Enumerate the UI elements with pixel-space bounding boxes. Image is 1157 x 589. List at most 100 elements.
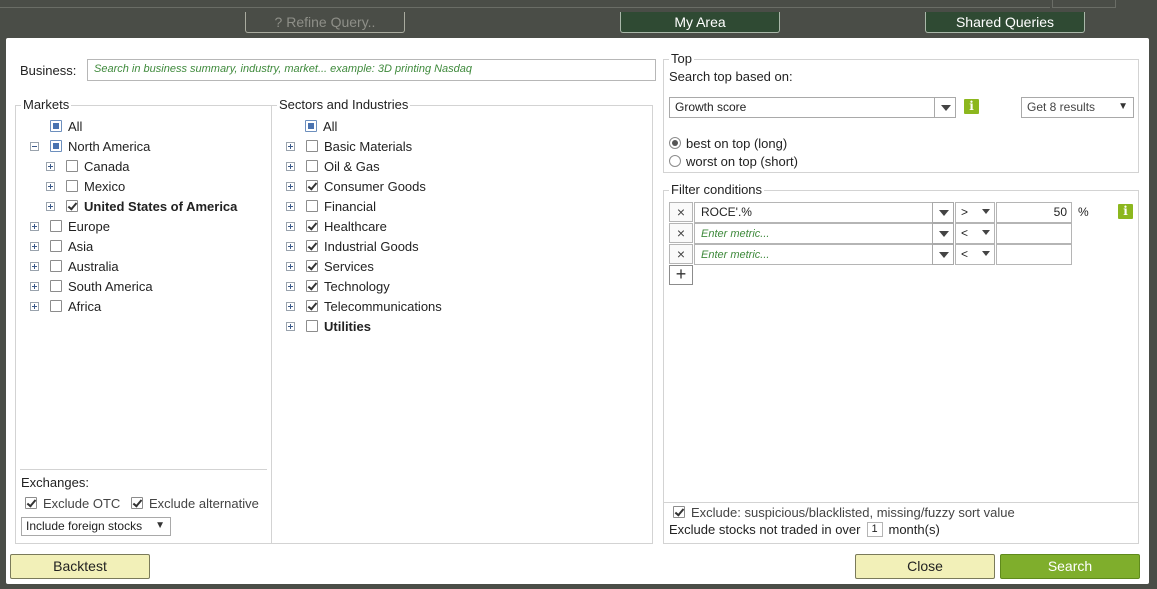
exclude-otc-checkbox[interactable] bbox=[25, 497, 37, 509]
sector-industrial-goods[interactable]: Industrial Goods bbox=[286, 236, 419, 256]
filter-operator-select[interactable]: > bbox=[955, 202, 995, 223]
filter-value-input[interactable] bbox=[996, 244, 1072, 265]
expand-icon[interactable] bbox=[30, 281, 39, 291]
markets-all-checkbox[interactable] bbox=[50, 120, 62, 132]
filter-operator-select[interactable]: < bbox=[955, 223, 995, 244]
business-search-input[interactable]: Search in business summary, industry, ma… bbox=[87, 59, 656, 81]
filter-operator-select[interactable]: < bbox=[955, 244, 995, 265]
sort-score-dropdown-icon[interactable] bbox=[934, 97, 956, 118]
add-filter-button[interactable]: + bbox=[669, 265, 693, 285]
worst-on-top-option[interactable]: worst on top (short) bbox=[669, 151, 798, 171]
sector-basic-materials[interactable]: Basic Materials bbox=[286, 136, 412, 156]
expand-icon[interactable] bbox=[46, 181, 55, 191]
filter-metric-input[interactable]: ROCE'.% bbox=[694, 202, 933, 223]
expand-icon[interactable] bbox=[30, 221, 39, 231]
expand-icon[interactable] bbox=[30, 261, 39, 271]
checkbox[interactable] bbox=[306, 240, 318, 252]
checkbox[interactable] bbox=[50, 260, 62, 272]
expand-icon[interactable] bbox=[46, 161, 55, 171]
checkbox[interactable] bbox=[50, 140, 62, 152]
sort-score-select[interactable]: Growth score bbox=[669, 97, 935, 118]
market-south-america[interactable]: South America bbox=[30, 276, 153, 296]
expand-icon[interactable] bbox=[286, 141, 295, 151]
checkbox[interactable] bbox=[50, 220, 62, 232]
metric-dropdown-icon[interactable] bbox=[932, 223, 954, 244]
expand-icon[interactable] bbox=[286, 261, 295, 271]
remove-filter-button[interactable]: × bbox=[669, 223, 693, 243]
refine-query-tab[interactable]: ? Refine Query.. bbox=[245, 12, 405, 33]
remove-filter-button[interactable]: × bbox=[669, 244, 693, 264]
sector-services[interactable]: Services bbox=[286, 256, 374, 276]
market-mexico[interactable]: Mexico bbox=[46, 176, 125, 196]
sector-utilities[interactable]: Utilities bbox=[286, 316, 371, 336]
market-canada[interactable]: Canada bbox=[46, 156, 130, 176]
expand-icon[interactable] bbox=[30, 241, 39, 251]
metric-dropdown-icon[interactable] bbox=[932, 244, 954, 265]
checkbox[interactable] bbox=[306, 220, 318, 232]
best-on-top-radio[interactable] bbox=[669, 137, 681, 149]
exclude-otc-row[interactable]: Exclude OTC bbox=[25, 493, 120, 513]
remove-filter-button[interactable]: × bbox=[669, 202, 693, 222]
market-usa[interactable]: United States of America bbox=[46, 196, 237, 216]
worst-on-top-radio[interactable] bbox=[669, 155, 681, 167]
sectors-all-checkbox[interactable] bbox=[305, 120, 317, 132]
checkbox[interactable] bbox=[50, 280, 62, 292]
checkbox[interactable] bbox=[306, 280, 318, 292]
checkbox[interactable] bbox=[306, 320, 318, 332]
sector-technology[interactable]: Technology bbox=[286, 276, 390, 296]
checkbox[interactable] bbox=[50, 240, 62, 252]
sector-financial[interactable]: Financial bbox=[286, 196, 376, 216]
close-button[interactable]: Close bbox=[855, 554, 995, 579]
checkbox[interactable] bbox=[306, 160, 318, 172]
expand-icon[interactable] bbox=[286, 321, 295, 331]
search-button[interactable]: Search bbox=[1000, 554, 1140, 579]
filter-metric-input[interactable]: Enter metric... bbox=[694, 244, 933, 265]
sector-healthcare[interactable]: Healthcare bbox=[286, 216, 387, 236]
exclude-suspicious-checkbox[interactable] bbox=[673, 506, 685, 518]
exclude-alternative-row[interactable]: Exclude alternative bbox=[131, 493, 259, 513]
market-asia[interactable]: Asia bbox=[30, 236, 93, 256]
expand-icon[interactable] bbox=[286, 301, 295, 311]
filter-value-input[interactable]: 50 bbox=[996, 202, 1072, 223]
info-icon[interactable]: i bbox=[964, 99, 979, 114]
sectors-all-row[interactable]: All bbox=[305, 116, 337, 136]
my-area-tab[interactable]: My Area bbox=[620, 12, 780, 33]
checkbox[interactable] bbox=[306, 260, 318, 272]
shared-queries-tab[interactable]: Shared Queries bbox=[925, 12, 1085, 33]
expand-icon[interactable] bbox=[286, 181, 295, 191]
markets-all-row[interactable]: All bbox=[50, 116, 82, 136]
checkbox[interactable] bbox=[66, 160, 78, 172]
checkbox[interactable] bbox=[66, 180, 78, 192]
metric-dropdown-icon[interactable] bbox=[932, 202, 954, 223]
expand-icon[interactable] bbox=[46, 201, 55, 211]
expand-icon[interactable] bbox=[286, 161, 295, 171]
checkbox[interactable] bbox=[306, 140, 318, 152]
expand-icon[interactable] bbox=[286, 281, 295, 291]
checkbox[interactable] bbox=[50, 300, 62, 312]
market-europe[interactable]: Europe bbox=[30, 216, 110, 236]
checkbox[interactable] bbox=[306, 300, 318, 312]
backtest-button[interactable]: Backtest bbox=[10, 554, 150, 579]
expand-icon[interactable] bbox=[286, 221, 295, 231]
sector-consumer-goods[interactable]: Consumer Goods bbox=[286, 176, 426, 196]
sector-telecommunications[interactable]: Telecommunications bbox=[286, 296, 442, 316]
market-north-america[interactable]: North America bbox=[30, 136, 150, 156]
expand-icon[interactable] bbox=[286, 201, 295, 211]
exclude-alternative-checkbox[interactable] bbox=[131, 497, 143, 509]
sector-oil-gas[interactable]: Oil & Gas bbox=[286, 156, 380, 176]
expand-icon[interactable] bbox=[30, 301, 39, 311]
foreign-stocks-select[interactable]: Include foreign stocks ▼ bbox=[21, 517, 171, 536]
filter-value-input[interactable] bbox=[996, 223, 1072, 244]
checkbox[interactable] bbox=[306, 200, 318, 212]
checkbox[interactable] bbox=[66, 200, 78, 212]
results-count-select[interactable]: Get 8 results ▼ bbox=[1021, 97, 1134, 118]
filter-metric-input[interactable]: Enter metric... bbox=[694, 223, 933, 244]
info-icon[interactable]: i bbox=[1118, 204, 1133, 219]
checkbox[interactable] bbox=[306, 180, 318, 192]
months-input[interactable]: 1 bbox=[866, 521, 883, 537]
collapse-icon[interactable] bbox=[30, 141, 39, 151]
expand-icon[interactable] bbox=[286, 241, 295, 251]
market-africa[interactable]: Africa bbox=[30, 296, 101, 316]
best-on-top-option[interactable]: best on top (long) bbox=[669, 133, 787, 153]
market-australia[interactable]: Australia bbox=[30, 256, 119, 276]
